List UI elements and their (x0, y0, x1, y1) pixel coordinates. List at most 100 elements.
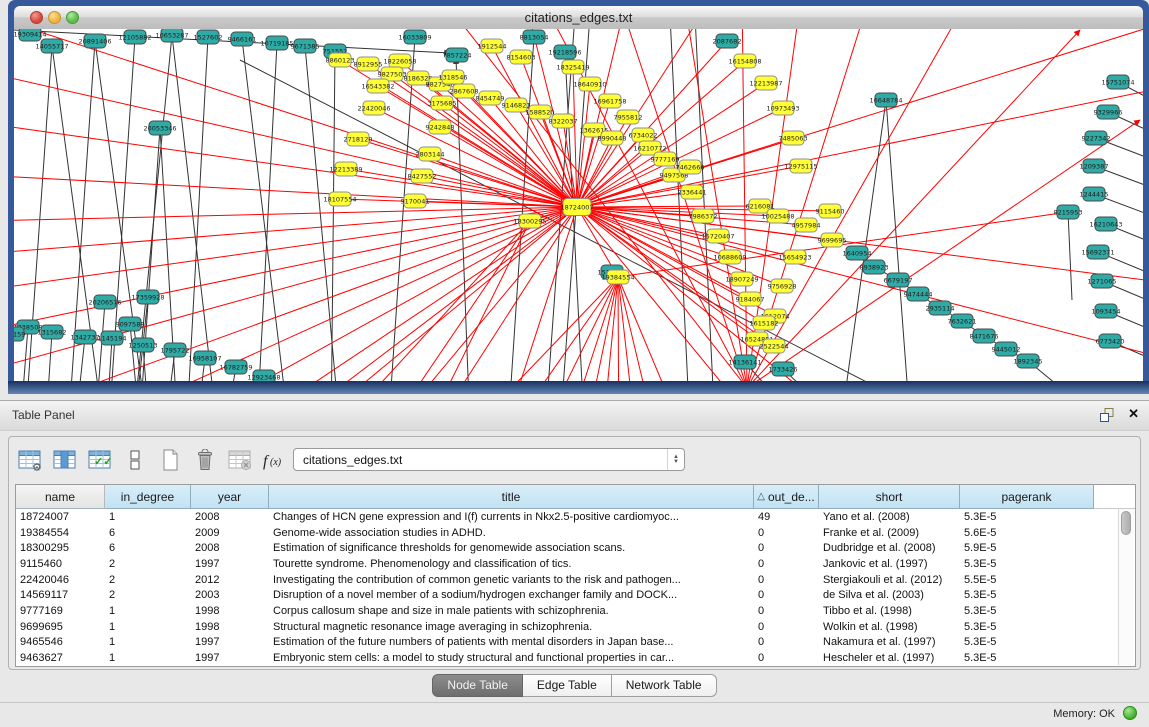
graph-node-label: 6773420 (1096, 337, 1125, 345)
column-header-short[interactable]: short (819, 485, 960, 509)
table-cell: 19384554 (16, 527, 105, 539)
graph-node-label: 8912955 (354, 60, 383, 68)
table-cell: 5.3E-5 (960, 558, 1094, 570)
table-cell: Genome-wide association studies in ADHD. (269, 527, 754, 539)
table-row[interactable]: 977716911998Corpus callosum shape and si… (16, 603, 1135, 619)
graph-node-label: 12213389 (329, 165, 362, 173)
graph-node-label: 1244415 (1080, 190, 1109, 198)
graph-node-label: 8215953 (1054, 208, 1083, 216)
table-row[interactable]: 946362711997Embryonic stem cells: a mode… (16, 650, 1135, 666)
graph-node-label: 16154808 (728, 57, 761, 65)
table-row[interactable]: 1830029562008Estimation of significance … (16, 540, 1135, 556)
memory-status-label: Memory: OK (1053, 708, 1115, 720)
table-cell: Tibbo et al. (1998) (819, 605, 960, 617)
table-cell: 14569117 (16, 589, 105, 601)
column-header-title[interactable]: title (269, 485, 754, 509)
table-cell: 5.5E-5 (960, 574, 1094, 586)
column-header-pagerank[interactable]: pagerank (960, 485, 1094, 509)
graph-node-label: 12105882 (118, 33, 151, 41)
show-columns-icon[interactable] (52, 447, 78, 473)
graph-node-label: 4957984 (792, 221, 821, 229)
table-row[interactable]: 969969511998Structural magnetic resonanc… (16, 619, 1135, 635)
graph-node-label: 9474444 (904, 290, 933, 298)
graph-node-label: 16210643 (1089, 220, 1122, 228)
table-cell: 1 (105, 605, 191, 617)
table-cell: 0 (754, 605, 819, 617)
graph-node-label: 2522544 (760, 342, 789, 350)
table-mode-icon[interactable]: ⚙ (17, 447, 43, 473)
graph-node-label: 9756928 (768, 282, 797, 290)
column-header-in-degree[interactable]: in_degree (105, 485, 191, 509)
graph-node-label: 1318546 (439, 73, 468, 81)
table-cell: Wolkin et al. (1998) (819, 621, 960, 633)
close-icon[interactable]: ✕ (1128, 406, 1139, 422)
table-cell: 5.3E-5 (960, 621, 1094, 633)
table-cell: Tourette syndrome. Phenomenology and cla… (269, 558, 754, 570)
table-panel-title: Table Panel (12, 408, 75, 422)
graph-node-label: 6734022 (629, 131, 658, 139)
table-cell: 1997 (191, 558, 269, 570)
graph-node-label: 18640910 (573, 80, 606, 88)
table-cell: 9463627 (16, 652, 105, 664)
column-header-year[interactable]: year (191, 485, 269, 509)
table-cell: 49 (754, 511, 819, 523)
table-cell: 1998 (191, 621, 269, 633)
graph-node-label: 10688609 (713, 253, 746, 261)
graph-node-label: 18325419 (556, 63, 589, 71)
scrollbar-thumb[interactable] (1121, 511, 1131, 535)
new-document-icon[interactable] (157, 447, 183, 473)
table-row[interactable]: 1938455462009Genome-wide association stu… (16, 525, 1135, 541)
table-cell: Franke et al. (2009) (819, 527, 960, 539)
graph-node-label: 15751074 (1101, 78, 1134, 86)
graph-node-label: 1271065 (1088, 277, 1117, 285)
function-builder-icon[interactable]: f(x) (262, 447, 288, 473)
graph-node-label: 9671385 (291, 42, 320, 50)
graph-node-label: 9097588 (116, 320, 145, 328)
memory-ok-indicator[interactable] (1123, 706, 1137, 720)
import-columns-icon[interactable]: ✓✓ (87, 447, 113, 473)
table-selector-dropdown[interactable]: citations_edges.txt ▲▼ (293, 448, 685, 471)
column-header-name[interactable]: name (16, 485, 105, 509)
table-cell: Investigating the contribution of common… (269, 574, 754, 586)
table-cell: 9465546 (16, 636, 105, 648)
table-row[interactable]: 2242004622012Investigating the contribut… (16, 572, 1135, 588)
float-window-icon[interactable] (1099, 407, 1115, 423)
table-row[interactable]: 1872400712008Changes of HCN gene express… (16, 509, 1135, 525)
table-cell: 5.3E-5 (960, 636, 1094, 648)
table-cell: 5.3E-5 (960, 605, 1094, 617)
network-window-titlebar[interactable]: citations_edges.txt (14, 6, 1143, 30)
network-canvas[interactable]: 1930941414055717208914061210588210653287… (14, 29, 1143, 381)
row-height-icon[interactable] (122, 447, 148, 473)
delete-table-icon[interactable] (227, 447, 253, 473)
table-cell: 0 (754, 558, 819, 570)
column-header-out-de-[interactable]: △out_de... (754, 485, 819, 509)
graph-node-label: 9777169 (651, 155, 680, 163)
graph-node-label: 7485063 (779, 134, 808, 142)
window-title: citations_edges.txt (14, 10, 1143, 25)
table-cell: Structural magnetic resonance image aver… (269, 621, 754, 633)
table-row[interactable]: 1456911722003Disruption of a novel membe… (16, 588, 1135, 604)
table-row[interactable]: 911546021997Tourette syndrome. Phenomeno… (16, 556, 1135, 572)
graph-node-label: 20891406 (78, 37, 111, 45)
graph-node-label: 18300295 (513, 217, 546, 225)
tab-node-table[interactable]: Node Table (432, 674, 523, 697)
graph-node-label: 17359928 (131, 293, 164, 301)
tab-network-table[interactable]: Network Table (612, 674, 717, 697)
tab-edge-table[interactable]: Edge Table (523, 674, 612, 697)
table-row[interactable]: 946554611997Estimation of the future num… (16, 635, 1135, 651)
graph-node-label: 3175685 (428, 99, 457, 107)
graph-node-label: 16543382 (361, 82, 394, 90)
table-cell: 0 (754, 574, 819, 586)
graph-node-label: 20206576 (88, 298, 121, 306)
vertical-scrollbar[interactable] (1118, 509, 1134, 665)
table-cell: 5.3E-5 (960, 589, 1094, 601)
graph-node-label: 8938923 (860, 263, 889, 271)
trash-icon[interactable] (192, 447, 218, 473)
graph-node-label: 2935114 (926, 304, 955, 312)
table-cell: Estimation of the future numbers of pati… (269, 636, 754, 648)
table-cell: Estimation of significance thresholds fo… (269, 542, 754, 554)
table-cell: 2 (105, 558, 191, 570)
svg-text:⚙: ⚙ (32, 462, 42, 471)
table-cell: Dudbridge et al. (2008) (819, 542, 960, 554)
graph-node-label: 933159 (14, 330, 25, 338)
